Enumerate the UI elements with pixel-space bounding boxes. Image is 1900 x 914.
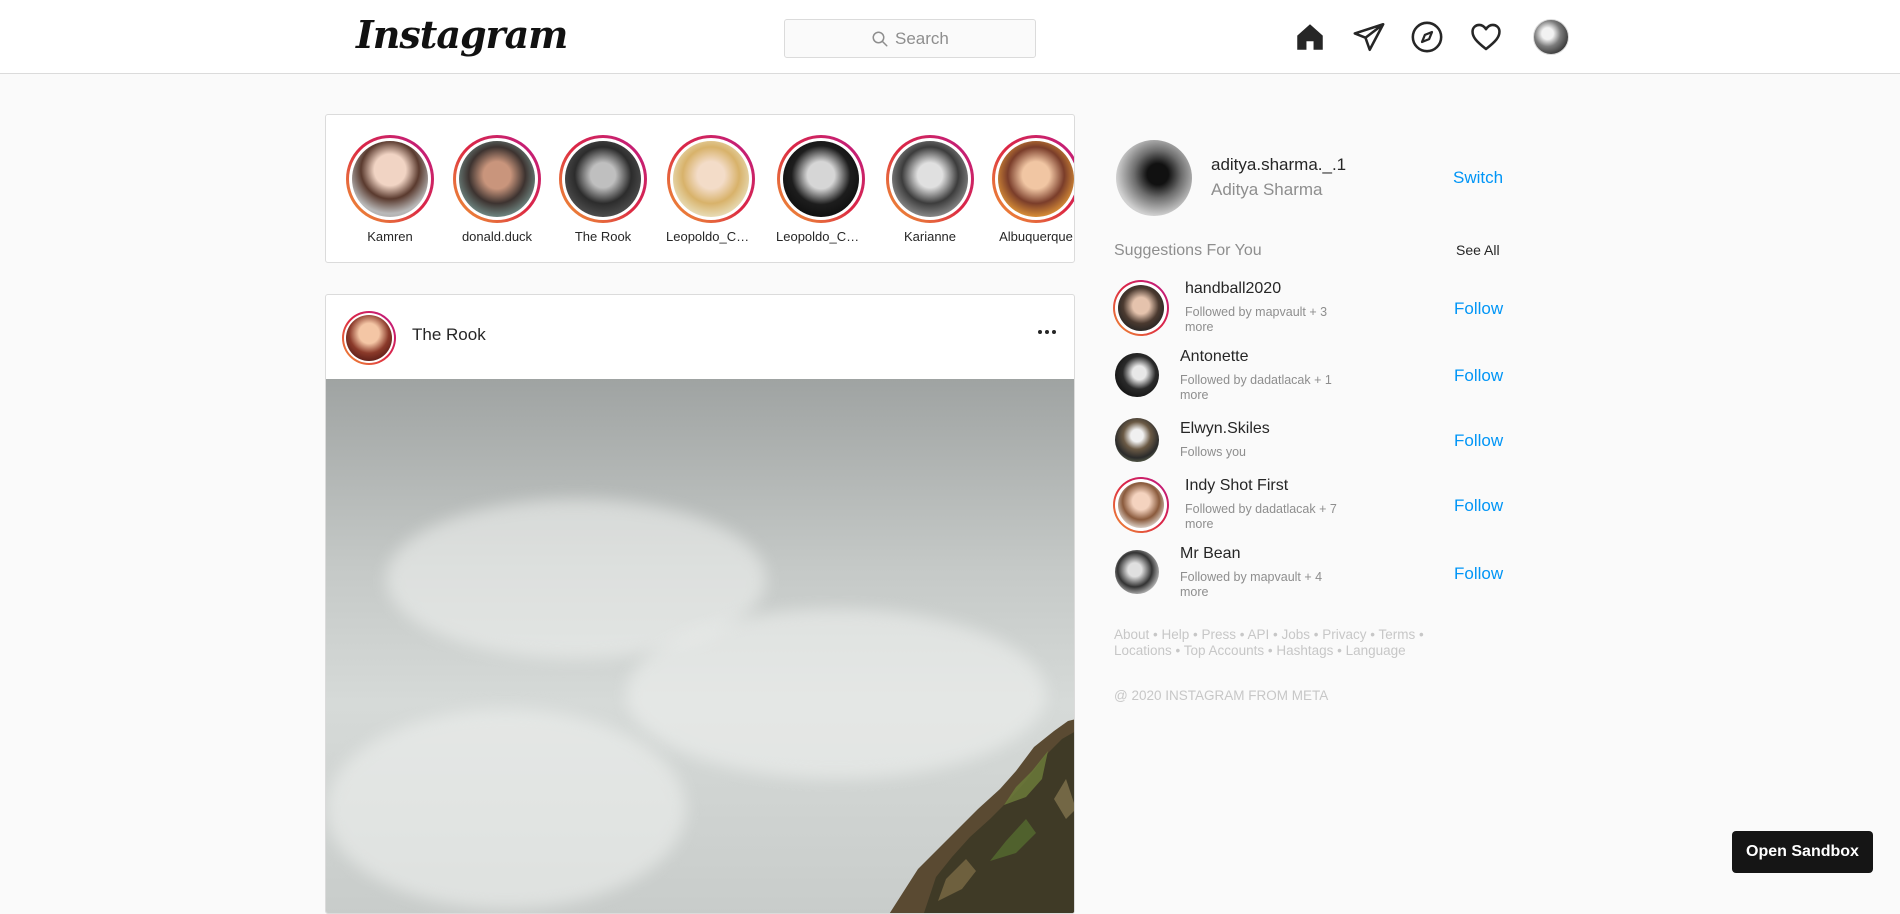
story-item[interactable]: Karianne [880,135,980,244]
story-username: Albuquerque [999,229,1073,244]
story-item[interactable]: Leopoldo_Corkery [661,135,761,244]
suggestion-avatar[interactable] [1113,477,1169,533]
current-user-avatar[interactable] [1116,140,1192,216]
story-avatar [673,141,749,217]
more-options-icon[interactable] [1038,330,1056,334]
search-box[interactable] [784,19,1036,58]
story-avatar [783,141,859,217]
suggestion-username[interactable]: Elwyn.Skiles [1180,420,1270,438]
suggestion-avatar[interactable] [1115,550,1159,594]
mountain-cliff-image [889,719,1074,913]
story-item[interactable]: The Rook [553,135,653,244]
explore-icon[interactable] [1410,20,1444,54]
see-all-button[interactable]: See All [1456,242,1500,258]
suggestion-subtitle: Followed by dadatlacak + 7 more [1185,502,1337,531]
story-avatar [892,141,968,217]
instagram-logo[interactable]: Instagram [356,12,568,57]
suggestion-avatar[interactable] [1115,418,1159,462]
profile-avatar[interactable] [1533,19,1569,55]
switch-account-button[interactable]: Switch [1453,168,1503,188]
current-user-full-name: Aditya Sharma [1211,180,1323,199]
footer-link-locations[interactable]: Locations [1114,643,1172,658]
post-author-avatar[interactable] [342,311,396,365]
suggestion-subtitle: Followed by mapvault + 3 more [1185,305,1328,334]
heart-icon[interactable] [1469,20,1503,54]
story-username: Leopoldo_Corkery [776,229,866,244]
suggestion-username[interactable]: handball2020 [1185,280,1281,298]
suggestion-subtitle: Followed by dadatlacak + 1 more [1180,373,1332,402]
story-item[interactable]: Albuquerque [986,135,1074,244]
story-username: Leopoldo_Corkery [666,229,756,244]
story-item[interactable]: Leopoldo_Corkery [771,135,871,244]
footer-link-help[interactable]: Help [1162,627,1190,642]
footer-link-api[interactable]: API [1248,627,1270,642]
suggestion-username[interactable]: Antonette [1180,348,1249,366]
suggestion-username[interactable]: Mr Bean [1180,545,1240,563]
story-username: The Rook [574,229,632,244]
suggestion-avatar[interactable] [1113,280,1169,336]
suggestions-title: Suggestions For You [1114,242,1262,259]
feed-post: The Rook [325,294,1075,914]
story-avatar [565,141,641,217]
suggestion-username[interactable]: Indy Shot First [1185,477,1288,495]
follow-button[interactable]: Follow [1454,431,1503,451]
home-icon[interactable] [1293,20,1327,54]
story-avatar [352,141,428,217]
follow-button[interactable]: Follow [1454,299,1503,319]
post-author-username[interactable]: The Rook [412,325,486,345]
footer-link-hashtags[interactable]: Hashtags [1276,643,1333,658]
follow-button[interactable]: Follow [1454,366,1503,386]
footer-link-terms[interactable]: Terms [1379,627,1416,642]
footer-link-about[interactable]: About [1114,627,1149,642]
search-input[interactable] [895,29,1015,49]
suggestion-avatar[interactable] [1115,353,1159,397]
story-avatar [459,141,535,217]
footer-link-jobs[interactable]: Jobs [1282,627,1311,642]
story-item[interactable]: Kamren [340,135,440,244]
follow-button[interactable]: Follow [1454,564,1503,584]
top-nav-bar: Instagram [0,0,1900,74]
suggestion-subtitle: Follows you [1180,445,1246,459]
follow-button[interactable]: Follow [1454,496,1503,516]
current-username[interactable]: aditya.sharma._.1 [1211,155,1346,175]
post-image[interactable] [326,379,1074,913]
footer-links: About • Help • Press • API • Jobs • Priv… [1114,627,1424,658]
stories-tray: Kamren donald.duck The Rook Leopoldo_Cor… [325,114,1075,263]
story-avatar [998,141,1074,217]
open-sandbox-button[interactable]: Open Sandbox [1732,831,1873,873]
direct-message-icon[interactable] [1352,20,1386,54]
search-icon [872,31,888,47]
story-username: donald.duck [461,229,533,244]
suggestion-subtitle: Followed by mapvault + 4 more [1180,570,1323,599]
footer-link-privacy[interactable]: Privacy [1322,627,1366,642]
copyright-text: @ 2020 INSTAGRAM FROM META [1114,688,1329,703]
footer-link-top-accounts[interactable]: Top Accounts [1184,643,1264,658]
footer-link-language[interactable]: Language [1346,643,1406,658]
footer-link-press[interactable]: Press [1202,627,1237,642]
post-header: The Rook [326,295,1074,379]
story-username: Karianne [903,229,957,244]
story-username: Kamren [367,229,413,244]
story-item[interactable]: donald.duck [447,135,547,244]
